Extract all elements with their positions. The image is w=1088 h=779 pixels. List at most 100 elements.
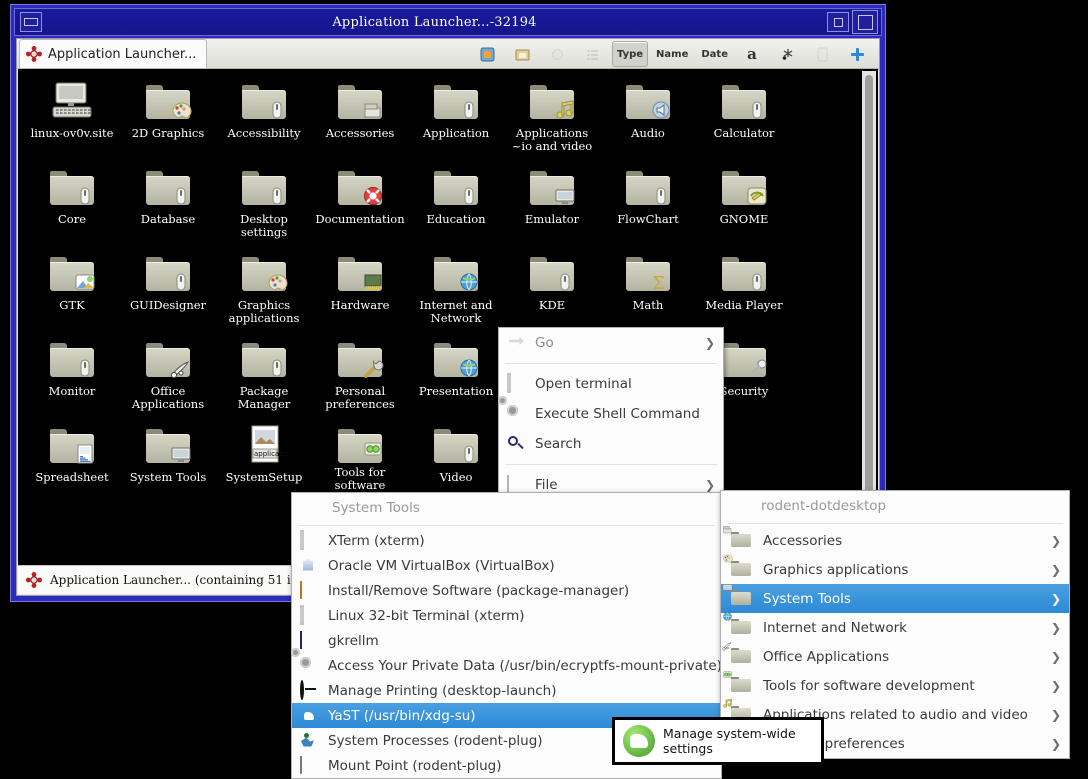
icon-item-label: Hardware [330, 298, 390, 312]
menu-item[interactable]: Accessories ❯ [721, 525, 1069, 555]
menu-item[interactable]: Access Your Private Data (/usr/bin/ecryp… [291, 647, 722, 678]
mouse-icon [554, 271, 576, 295]
folder-accessories-icon [723, 525, 753, 550]
mouse-icon [650, 185, 672, 209]
menu-item[interactable]: Execute Shell Command [498, 396, 723, 429]
menu-item[interactable]: Oracle VM VirtualBox (VirtualBox) [292, 553, 721, 578]
pen-icon [170, 357, 192, 381]
chip-icon [336, 253, 384, 295]
icon-item[interactable]: linux-ov0v.site [24, 75, 120, 161]
icon-item-label: GUIDesigner [129, 298, 207, 312]
tab-toolbar-row: Application Launcher... Type Name Date a [17, 39, 879, 69]
sort-by-type-button[interactable]: Type [611, 41, 649, 67]
window-titlebar[interactable]: Application Launcher...-32194 [14, 8, 882, 36]
menu-item[interactable]: gkrellm [292, 628, 721, 653]
circle-icon[interactable] [542, 41, 574, 67]
icon-item[interactable]: Media Player [696, 247, 792, 333]
add-button[interactable] [841, 41, 873, 67]
menu-item-label: Install/Remove Software (package-manager… [328, 582, 630, 599]
icon-item-label: Documentation [315, 212, 405, 226]
sheet-icon [48, 425, 96, 467]
globe-icon [458, 271, 480, 295]
menu-item[interactable]: Manage Printing (desktop-launch) [292, 678, 721, 703]
icon-item[interactable]: Application [408, 75, 504, 161]
palette-icon [170, 99, 192, 123]
picture-icon [48, 253, 96, 295]
font-size-button[interactable]: a [736, 41, 768, 67]
icon-item[interactable]: Emulator [504, 161, 600, 247]
icon-item[interactable]: Core [24, 161, 120, 247]
menu-separator [727, 523, 1063, 524]
icon-item[interactable]: KDE [504, 247, 600, 333]
icon-item[interactable]: GUIDesigner [120, 247, 216, 333]
icon-item[interactable]: Applications ~io and video [504, 75, 600, 161]
icon-item[interactable]: Database [120, 161, 216, 247]
context-menu[interactable]: Go ❯ Open terminal Execute Shell Command Sea… [498, 327, 724, 501]
menu-item-label: Linux 32-bit Terminal (xterm) [328, 607, 525, 624]
menu-item[interactable]: System Tools ❯ [721, 583, 1069, 613]
icon-item[interactable]: Presentation [408, 333, 504, 419]
icon-item[interactable]: Σ Math [600, 247, 696, 333]
folder-graphics-icon [723, 554, 753, 579]
menu-item[interactable]: Install/Remove Software (package-manager… [292, 578, 721, 603]
menu-item[interactable]: Office Applications ❯ [721, 641, 1069, 671]
icon-item[interactable]: Personal preferences [312, 333, 408, 419]
icon-item[interactable]: Audio [600, 75, 696, 161]
menu-item[interactable]: XTerm (xterm) [292, 528, 721, 553]
icon-item-label: Education [426, 212, 486, 226]
sigma-icon: Σ [650, 271, 672, 295]
icon-item[interactable]: Calculator [696, 75, 792, 161]
icon-item[interactable]: Spreadsheet [24, 419, 120, 505]
chevron-right-icon: ❯ [1050, 707, 1061, 722]
tab-application-launcher[interactable]: Application Launcher... [19, 39, 208, 68]
icon-item[interactable]: Hardware [312, 247, 408, 333]
icon-item[interactable]: Desktop settings [216, 161, 312, 247]
icon-item[interactable]: Accessibility [216, 75, 312, 161]
sheet-icon [74, 443, 96, 467]
icon-item-label: Security [719, 384, 769, 398]
icon-item-label: GTK [59, 298, 85, 312]
icon-item[interactable]: Office Applications [120, 333, 216, 419]
menu-item[interactable]: Graphics applications ❯ [721, 554, 1069, 584]
scrollbar-thumb[interactable] [865, 75, 873, 555]
icon-item[interactable]: System Tools [120, 419, 216, 505]
icon-item[interactable]: Documentation [312, 161, 408, 247]
view-toggle-icon[interactable] [472, 41, 504, 67]
icon-item[interactable]: Monitor [24, 333, 120, 419]
view-toolbar: Type Name Date a [472, 40, 879, 68]
menu-item-label: Go [535, 335, 554, 351]
chevron-right-icon: ❯ [1050, 736, 1061, 751]
menu-item[interactable]: Search [499, 429, 723, 459]
sort-by-date-button[interactable]: Date [696, 41, 733, 67]
menu-item[interactable]: Tools for software development ❯ [721, 670, 1069, 700]
list-icon[interactable] [577, 41, 609, 67]
menu-item[interactable]: Open terminal [499, 369, 723, 399]
menu-item[interactable]: Internet and Network ❯ [721, 611, 1069, 642]
minimize-icon[interactable] [20, 12, 42, 32]
clipboard-icon[interactable] [806, 41, 838, 67]
icon-item[interactable]: GTK [24, 247, 120, 333]
sort-by-name-button[interactable]: Name [651, 41, 693, 67]
menu-item-label: XTerm (xterm) [328, 532, 425, 549]
maximize-icon[interactable] [852, 10, 878, 34]
icon-item[interactable]: FlowChart [600, 161, 696, 247]
terminal-icon [300, 604, 320, 625]
menu-item[interactable]: Linux 32-bit Terminal (xterm) [292, 603, 721, 628]
icon-item[interactable]: Internet and Network [408, 247, 504, 333]
toolbox-icon [362, 99, 384, 123]
open-folder-icon[interactable] [507, 41, 539, 67]
icon-item[interactable]: 2D Graphics [120, 75, 216, 161]
mount-icon [300, 755, 320, 775]
icon-item[interactable]: Package Manager [216, 333, 312, 419]
icon-item[interactable]: Accessories [312, 75, 408, 161]
monitor-icon [528, 167, 576, 209]
icon-item-label: linux-ov0v.site [30, 126, 114, 140]
icon-item[interactable]: Education [408, 161, 504, 247]
menu-item[interactable]: Go ❯ [499, 328, 723, 358]
mouse-icon [528, 253, 576, 295]
icon-item[interactable]: Graphics applications [216, 247, 312, 333]
restore-icon[interactable] [827, 12, 849, 32]
icon-item[interactable]: GNOME [696, 161, 792, 247]
music-note-icon [528, 81, 576, 123]
sparkle-icon[interactable] [771, 41, 803, 67]
